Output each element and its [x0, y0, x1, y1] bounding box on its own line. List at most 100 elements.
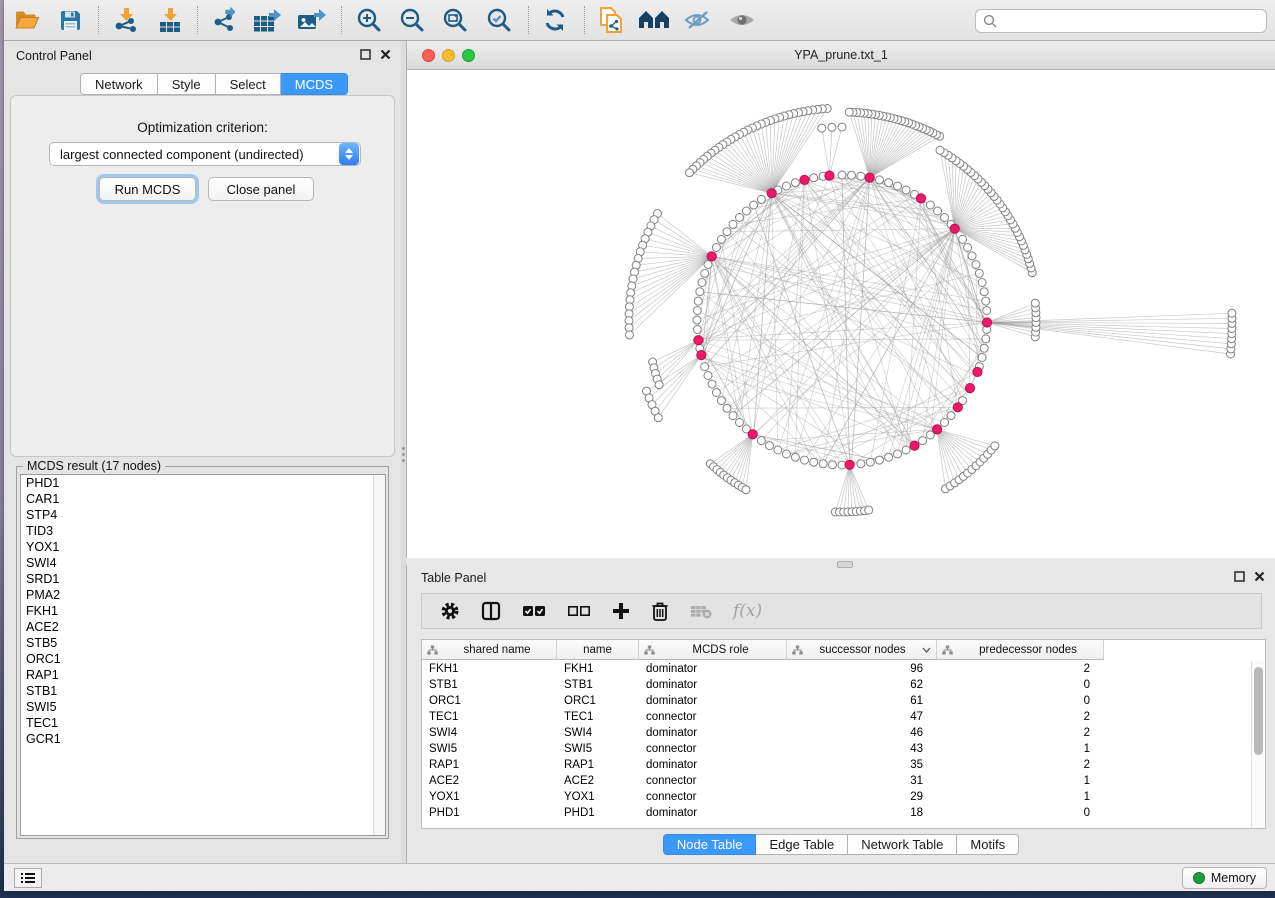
search-input[interactable] [1002, 14, 1266, 28]
table-settings-gear-icon[interactable] [440, 599, 460, 623]
table-cell[interactable]: 2 [937, 709, 1104, 725]
table-row[interactable]: ACE2ACE2connector311 [422, 773, 1104, 789]
table-scrollbar-thumb[interactable] [1254, 667, 1263, 755]
select-all-columns-icon[interactable] [522, 599, 546, 623]
save-icon[interactable] [53, 4, 87, 36]
tab-mcds[interactable]: MCDS [281, 73, 348, 95]
mcds-result-item[interactable]: CAR1 [21, 491, 385, 507]
hide-selected-eye-icon[interactable] [681, 4, 715, 36]
column-header-predecessor-nodes[interactable]: predecessor nodes [937, 640, 1104, 660]
table-cell[interactable]: STB1 [422, 677, 557, 693]
table-row[interactable]: SWI5SWI5connector431 [422, 741, 1104, 757]
table-cell[interactable]: 2 [937, 661, 1104, 677]
table-cell[interactable]: 1 [937, 789, 1104, 805]
tab-motifs[interactable]: Motifs [957, 834, 1019, 855]
import-table-icon[interactable] [153, 4, 187, 36]
export-network-icon[interactable] [210, 4, 244, 36]
table-row[interactable]: FKH1FKH1dominator962 [422, 661, 1104, 677]
tab-select[interactable]: Select [216, 73, 281, 95]
table-cell[interactable]: connector [639, 709, 787, 725]
table-cell[interactable]: 18 [787, 805, 937, 821]
table-row[interactable]: STB1STB1dominator620 [422, 677, 1104, 693]
table-cell[interactable]: 0 [937, 677, 1104, 693]
export-table-icon[interactable] [250, 4, 284, 36]
table-cell[interactable]: ACE2 [422, 773, 557, 789]
table-cell[interactable]: dominator [639, 757, 787, 773]
close-panel-button[interactable]: Close panel [208, 177, 314, 201]
table-cell[interactable]: 31 [787, 773, 937, 789]
node-table[interactable]: shared name name MCDS role successor nod… [421, 639, 1266, 829]
mcds-result-item[interactable]: STP4 [21, 507, 385, 523]
table-cell[interactable]: STB1 [557, 677, 639, 693]
table-cell[interactable]: 0 [937, 693, 1104, 709]
tab-network[interactable]: Network [80, 73, 158, 95]
table-cell[interactable]: 29 [787, 789, 937, 805]
tab-network-table[interactable]: Network Table [848, 834, 957, 855]
table-cell[interactable]: SWI5 [422, 741, 557, 757]
memory-button[interactable]: Memory [1182, 867, 1267, 889]
tab-node-table[interactable]: Node Table [663, 834, 757, 855]
table-cell[interactable]: PHD1 [422, 805, 557, 821]
table-cell[interactable]: dominator [639, 725, 787, 741]
table-cell[interactable]: dominator [639, 677, 787, 693]
open-folder-icon[interactable] [10, 4, 44, 36]
table-cell[interactable]: TEC1 [557, 709, 639, 725]
table-cell[interactable]: connector [639, 741, 787, 757]
table-cell[interactable]: YOX1 [557, 789, 639, 805]
table-cell[interactable]: ACE2 [557, 773, 639, 789]
table-cell[interactable]: 1 [937, 741, 1104, 757]
table-cell[interactable]: FKH1 [557, 661, 639, 677]
delete-column-trash-icon[interactable] [651, 599, 669, 623]
table-row[interactable]: PHD1PHD1dominator180 [422, 805, 1104, 821]
table-cell[interactable]: RAP1 [422, 757, 557, 773]
table-row[interactable]: TEC1TEC1connector472 [422, 709, 1104, 725]
table-cell[interactable]: connector [639, 789, 787, 805]
table-cell[interactable]: TEC1 [422, 709, 557, 725]
mcds-list-scrollbar[interactable] [373, 475, 385, 835]
table-row[interactable]: SWI4SWI4dominator462 [422, 725, 1104, 741]
import-network-icon[interactable] [109, 4, 143, 36]
tab-style[interactable]: Style [158, 73, 216, 95]
mcds-result-list[interactable]: PHD1CAR1STP4TID3YOX1SWI4SRD1PMA2FKH1ACE2… [20, 474, 386, 836]
table-cell[interactable]: 43 [787, 741, 937, 757]
table-cell[interactable]: connector [639, 773, 787, 789]
close-table-panel-icon[interactable] [1254, 571, 1265, 582]
table-cell[interactable]: 46 [787, 725, 937, 741]
column-header-shared-name[interactable]: shared name [422, 640, 557, 660]
mcds-result-item[interactable]: ORC1 [21, 651, 385, 667]
network-graph[interactable] [407, 70, 1275, 558]
mcds-result-item[interactable]: YOX1 [21, 539, 385, 555]
table-row[interactable]: YOX1YOX1connector291 [422, 789, 1104, 805]
task-history-button[interactable] [14, 868, 42, 888]
show-columns-icon[interactable] [481, 599, 501, 623]
clone-network-icon[interactable] [594, 4, 628, 36]
search-box[interactable] [975, 9, 1267, 33]
mcds-result-item[interactable]: STB5 [21, 635, 385, 651]
mcds-result-item[interactable]: SWI5 [21, 699, 385, 715]
run-mcds-button[interactable]: Run MCDS [99, 177, 196, 201]
table-cell[interactable]: YOX1 [422, 789, 557, 805]
table-cell[interactable]: 61 [787, 693, 937, 709]
table-cell[interactable]: PHD1 [557, 805, 639, 821]
column-header-successor-nodes[interactable]: successor nodes [787, 640, 937, 660]
table-cell[interactable]: 2 [937, 757, 1104, 773]
table-cell[interactable]: SWI5 [557, 741, 639, 757]
column-header-mcds-role[interactable]: MCDS role [639, 640, 787, 660]
zoom-fit-icon[interactable] [438, 4, 472, 36]
mcds-result-item[interactable]: STB1 [21, 683, 385, 699]
table-cell[interactable]: dominator [639, 805, 787, 821]
create-column-plus-icon[interactable] [612, 599, 630, 623]
close-panel-icon[interactable] [380, 49, 391, 60]
mcds-result-item[interactable]: SRD1 [21, 571, 385, 587]
float-table-panel-icon[interactable] [1234, 571, 1245, 582]
table-cell[interactable]: RAP1 [557, 757, 639, 773]
zoom-in-icon[interactable] [352, 4, 386, 36]
zoom-out-icon[interactable] [395, 4, 429, 36]
mcds-result-item[interactable]: SWI4 [21, 555, 385, 571]
network-canvas[interactable] [407, 70, 1275, 558]
tab-edge-table[interactable]: Edge Table [756, 834, 848, 855]
table-cell[interactable]: 62 [787, 677, 937, 693]
mcds-result-item[interactable]: ACE2 [21, 619, 385, 635]
horizontal-splitter-handle[interactable] [837, 561, 853, 568]
mcds-result-item[interactable]: FKH1 [21, 603, 385, 619]
